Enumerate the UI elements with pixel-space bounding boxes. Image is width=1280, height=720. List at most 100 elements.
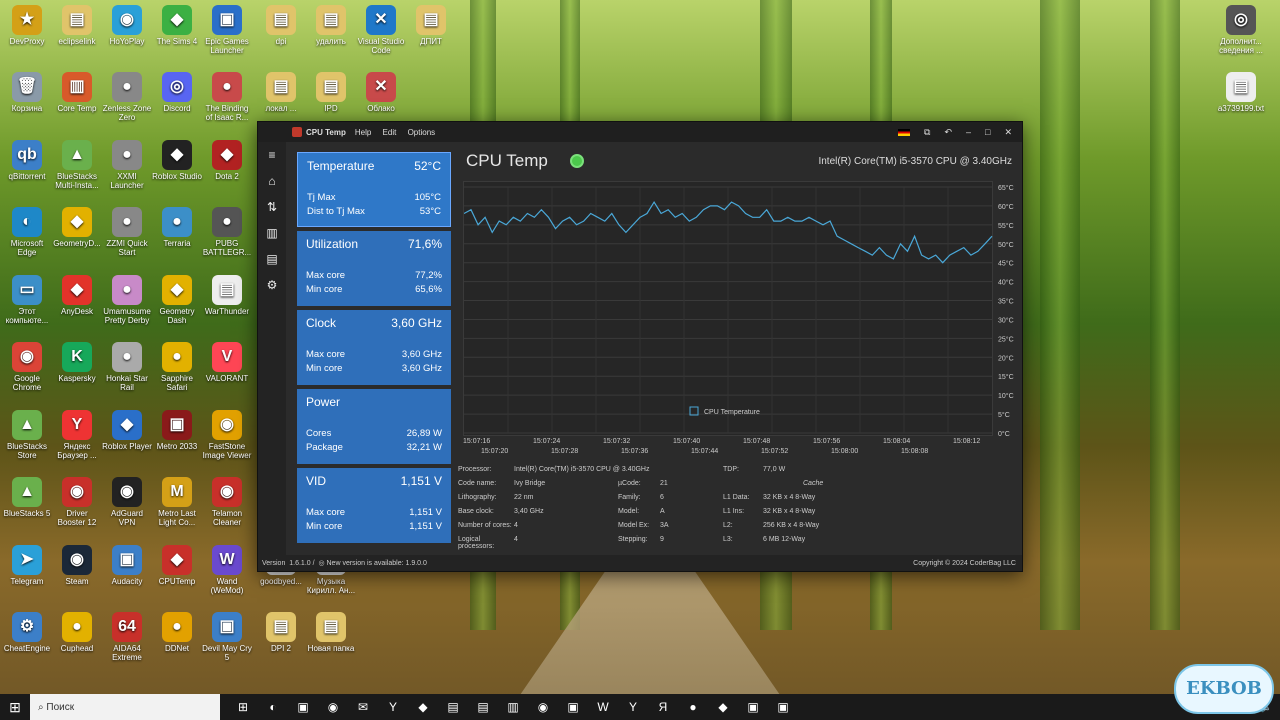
desktop-icon[interactable]: ● Sapphire Safari — [152, 342, 202, 392]
desktop-icon[interactable]: ◉ Google Chrome — [2, 342, 52, 392]
desktop-icon[interactable]: ▣ Devil May Cry 5 — [202, 612, 252, 662]
update-link[interactable]: New version is available: 1.9.0.0 — [327, 560, 427, 567]
desktop-icon[interactable]: ◆ Roblox Player — [102, 410, 152, 451]
desktop-icon[interactable]: ▤ DPI 2 — [256, 612, 306, 653]
desktop-icon[interactable]: ● The Binding of Isaac R... — [202, 72, 252, 122]
desktop-icon[interactable]: ● Zenless Zone Zero — [102, 72, 152, 122]
taskbar-app-icon[interactable]: Y — [618, 694, 648, 720]
desktop-icon[interactable]: ◉ FastStone Image Viewer — [202, 410, 252, 460]
desktop-icon[interactable]: ▤ локал ... — [256, 72, 306, 113]
desktop-icon[interactable]: W Wand (WeMod) — [202, 545, 252, 595]
desktop-icon[interactable]: ◆ GeometryD... — [52, 207, 102, 248]
desktop-icon[interactable]: ✕ Облако — [356, 72, 406, 113]
desktop-icon[interactable]: ▣ Audacity — [102, 545, 152, 586]
settings-gear-icon[interactable]: ⚙ — [258, 272, 286, 298]
desktop-icon[interactable]: ● PUBG BATTLEGR... — [202, 207, 252, 257]
language-flag-icon[interactable] — [898, 128, 911, 136]
desktop-icon[interactable]: ▥ Core Temp — [52, 72, 102, 113]
desktop-icon[interactable]: 64 AIDA64 Extreme — [102, 612, 152, 662]
taskbar-app-icon[interactable]: ▣ — [558, 694, 588, 720]
taskbar-app-icon[interactable]: ▤ — [468, 694, 498, 720]
taskbar-app-icon[interactable]: ◆ — [408, 694, 438, 720]
desktop-icon[interactable]: ● Honkai Star Rail — [102, 342, 152, 392]
close-button[interactable]: ✕ — [1004, 127, 1012, 138]
cores-icon[interactable]: ▤ — [258, 246, 286, 272]
taskbar-app-icon[interactable]: ◉ — [528, 694, 558, 720]
desktop-icon[interactable]: ✕ Visual Studio Code — [356, 5, 406, 55]
start-button[interactable]: ⊞ — [0, 694, 30, 720]
desktop-icon[interactable]: ▤ eclipselink — [52, 5, 102, 46]
card-vid[interactable]: VID 1,151 V Max core 1,151 V Min core 1,151… — [297, 468, 451, 543]
taskbar-app-icon[interactable]: ▤ — [438, 694, 468, 720]
desktop-icon[interactable]: ▣ Metro 2033 — [152, 410, 202, 451]
menu-app-title[interactable]: CPU Temp — [306, 128, 346, 137]
desktop-icon[interactable]: ● Cuphead — [52, 612, 102, 653]
desktop-icon[interactable]: ▲ BlueStacks Multi-Insta... — [52, 140, 102, 190]
taskbar-app-icon[interactable]: Я — [648, 694, 678, 720]
taskbar-app-icon[interactable]: ● — [678, 694, 708, 720]
card-clock[interactable]: Clock 3,60 GHz Max core 3,60 GHz Min core 3… — [297, 310, 451, 385]
desktop-icon[interactable]: ◉ HoYoPlay — [102, 5, 152, 46]
desktop-icon[interactable]: ◎ Дополнит... сведения ... — [1216, 5, 1266, 55]
taskbar-app-icon[interactable]: Y — [378, 694, 408, 720]
desktop-icon[interactable]: V VALORANT — [202, 342, 252, 383]
menu-hamburger-icon[interactable]: ≡ — [258, 142, 286, 168]
back-icon[interactable]: ↶ — [944, 127, 952, 138]
desktop-icon[interactable]: ◉ Steam — [52, 545, 102, 586]
desktop-icon[interactable]: M Metro Last Light Co... — [152, 477, 202, 527]
menu-options[interactable]: Options — [408, 128, 436, 137]
desktop-icon[interactable]: ▤ WarThunder — [202, 275, 252, 316]
desktop-icon[interactable]: ◉ Driver Booster 12 — [52, 477, 102, 527]
desktop-icon[interactable]: ● Umamusume Pretty Derby — [102, 275, 152, 325]
desktop-icon[interactable]: 🗑 Корзина — [2, 72, 52, 113]
desktop-icon[interactable]: ▤ удалить — [306, 5, 356, 46]
desktop-icon[interactable]: ● DDNet — [152, 612, 202, 653]
taskbar-app-icon[interactable]: ▣ — [738, 694, 768, 720]
minimize-button[interactable]: – — [966, 127, 971, 137]
desktop-icon[interactable]: qb qBittorrent — [2, 140, 52, 181]
desktop-icon[interactable]: ● Terraria — [152, 207, 202, 248]
desktop-icon[interactable]: ▤ ДПИТ — [406, 5, 456, 46]
menu-help[interactable]: Help — [355, 128, 371, 137]
taskbar-app-icon[interactable]: W — [588, 694, 618, 720]
home-icon[interactable]: ⌂ — [258, 168, 286, 194]
desktop-icon[interactable]: ▲ BlueStacks 5 — [2, 477, 52, 518]
desktop-icon[interactable]: ◉ AdGuard VPN — [102, 477, 152, 527]
chart-legend[interactable]: CPU Temperature — [689, 406, 760, 416]
desktop-icon[interactable]: Y Яндекс Браузер ... — [52, 410, 102, 460]
taskbar-app-icon[interactable]: ▥ — [498, 694, 528, 720]
desktop-icon[interactable]: ◆ AnyDesk — [52, 275, 102, 316]
desktop-icon[interactable]: ◆ Roblox Studio — [152, 140, 202, 181]
desktop-icon[interactable]: ● ZZMI Quick Start — [102, 207, 152, 257]
desktop-icon[interactable]: ◐ Microsoft Edge — [2, 207, 52, 257]
desktop-icon[interactable]: ▤ Новая папка — [306, 612, 356, 653]
desktop-icon[interactable]: ▤ IPD — [306, 72, 356, 113]
menu-edit[interactable]: Edit — [383, 128, 397, 137]
desktop-icon[interactable]: ★ DevProxy — [2, 5, 52, 46]
desktop-icon[interactable]: ◆ Geometry Dash — [152, 275, 202, 325]
desktop-icon[interactable]: ◉ Telamon Cleaner — [202, 477, 252, 527]
desktop-icon[interactable]: ◆ Dota 2 — [202, 140, 252, 181]
card-utilization[interactable]: Utilization 71,6% Max core 77,2% Min core 6… — [297, 231, 451, 306]
taskbar-app-icon[interactable]: ▣ — [288, 694, 318, 720]
desktop-icon[interactable]: K Kaspersky — [52, 342, 102, 383]
desktop-icon[interactable]: ▤ a3739199.txt — [1216, 72, 1266, 113]
taskbar-app-icon[interactable]: ◆ — [708, 694, 738, 720]
taskbar-app-icon[interactable]: ◐ — [258, 694, 288, 720]
desktop-icon[interactable]: ➤ Telegram — [2, 545, 52, 586]
maximize-button[interactable]: □ — [985, 127, 990, 137]
desktop-icon[interactable]: ◆ CPUTemp — [152, 545, 202, 586]
screenshot-icon[interactable]: ⧉ — [924, 127, 930, 138]
desktop-icon[interactable]: ▤ dpi — [256, 5, 306, 46]
desktop-icon[interactable]: ● XXMI Launcher — [102, 140, 152, 190]
taskbar-app-icon[interactable]: ✉ — [348, 694, 378, 720]
taskbar-app-icon[interactable]: ▣ — [768, 694, 798, 720]
desktop-icon[interactable]: ▣ Epic Games Launcher — [202, 5, 252, 55]
desktop-icon[interactable]: ▲ BlueStacks Store — [2, 410, 52, 460]
chart-icon[interactable]: ▥ — [258, 220, 286, 246]
taskbar-app-icon[interactable]: ⊞ — [228, 694, 258, 720]
desktop-icon[interactable]: ◆ The Sims 4 — [152, 5, 202, 46]
desktop-icon[interactable]: ◎ Discord — [152, 72, 202, 113]
taskbar-search[interactable]: ⌕ Поиск — [30, 694, 220, 720]
card-power[interactable]: Power Cores 26,89 W Package 32,21 W — [297, 389, 451, 464]
